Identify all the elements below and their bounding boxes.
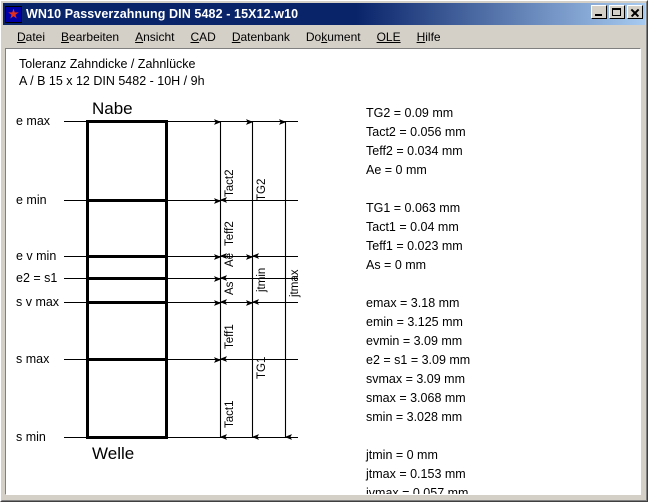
result-emin: emin = 3.125 mm [366, 315, 463, 329]
menu-item-dokument[interactable]: Dokument [298, 28, 369, 46]
title-bar[interactable]: WN10 Passverzahnung DIN 5482 - 15X12.w10 [3, 3, 645, 25]
result-svmax: svmax = 3.09 mm [366, 372, 465, 386]
maximize-button[interactable] [609, 5, 625, 19]
menu-item-ansicht[interactable]: Ansicht [127, 28, 182, 46]
menu-item-hilfe[interactable]: Hilfe [409, 28, 449, 46]
result-e2-s1: e2 = s1 = 3.09 mm [366, 353, 471, 367]
menu-item-datenbank[interactable]: Datenbank [224, 28, 298, 46]
result-jtmin: jtmin = 0 mm [366, 448, 438, 462]
result-jvmax: jvmax = 0.057 mm [366, 486, 469, 495]
diagram-vector-graphics [64, 119, 298, 440]
result-smax: smax = 3.068 mm [366, 391, 466, 405]
result-tg1: TG1 = 0.063 mm [366, 201, 461, 215]
application-window: WN10 Passverzahnung DIN 5482 - 15X12.w10… [0, 0, 648, 502]
menu-item-ole[interactable]: OLE [369, 28, 409, 46]
drawing-client-area[interactable]: Toleranz Zahndicke / Zahnlücke A / B 15 … [5, 48, 641, 495]
result-tg2: TG2 = 0.09 mm [366, 106, 454, 120]
result-as: As = 0 mm [366, 258, 427, 272]
app-star-icon[interactable] [5, 5, 22, 23]
menu-item-cad[interactable]: CAD [182, 28, 223, 46]
result-emax: emax = 3.18 mm [366, 296, 460, 310]
menu-item-datei[interactable]: Datei [9, 28, 53, 46]
menu-bar[interactable]: Datei Bearbeiten Ansicht CAD Datenbank D… [3, 26, 645, 47]
close-button[interactable] [627, 5, 643, 19]
tolerance-diagram: Toleranz Zahndicke / Zahnlücke A / B 15 … [6, 49, 640, 494]
result-smin: smin = 3.028 mm [366, 410, 463, 424]
result-tact1: Tact1 = 0.04 mm [366, 220, 459, 234]
result-jtmax: jtmax = 0.153 mm [366, 467, 466, 481]
window-title: WN10 Passverzahnung DIN 5482 - 15X12.w10 [26, 7, 299, 21]
result-evmin: evmin = 3.09 mm [366, 334, 463, 348]
result-ae: Ae = 0 mm [366, 163, 427, 177]
result-tact2: Tact2 = 0.056 mm [366, 125, 466, 139]
minimize-button[interactable] [591, 5, 607, 19]
result-teff2: Teff2 = 0.034 mm [366, 144, 463, 158]
menu-item-bearbeiten[interactable]: Bearbeiten [53, 28, 127, 46]
result-teff1: Teff1 = 0.023 mm [366, 239, 463, 253]
window-controls[interactable] [591, 5, 643, 19]
